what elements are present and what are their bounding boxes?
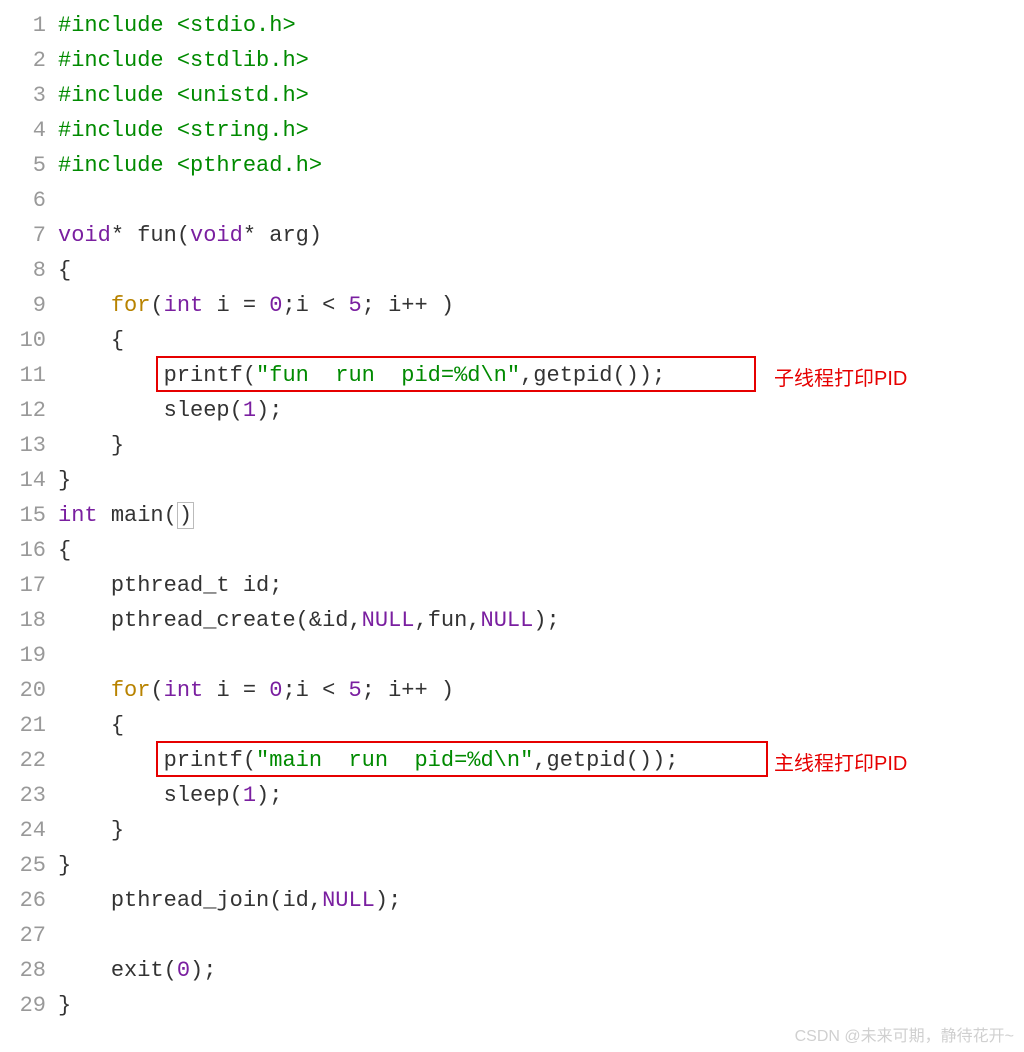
line-number: 1 (0, 8, 46, 43)
code-line (58, 918, 1024, 953)
line-number: 20 (0, 673, 46, 708)
line-number: 16 (0, 533, 46, 568)
line-number: 23 (0, 778, 46, 813)
watermark-text: CSDN @未来可期，静待花开~ (795, 1022, 1014, 1046)
line-number: 18 (0, 603, 46, 638)
annotation-main-thread: 主线程打印PID (774, 747, 907, 776)
code-line: int main() (58, 498, 1024, 533)
line-number: 12 (0, 393, 46, 428)
code-line: #include <stdio.h> (58, 8, 1024, 43)
line-number: 26 (0, 883, 46, 918)
line-number: 6 (0, 183, 46, 218)
code-line: { (58, 708, 1024, 743)
code-line: for(int i = 0;i < 5; i++ ) (58, 288, 1024, 323)
line-number: 11 (0, 358, 46, 393)
line-number: 21 (0, 708, 46, 743)
line-number: 8 (0, 253, 46, 288)
line-number: 17 (0, 568, 46, 603)
code-line: #include <unistd.h> (58, 78, 1024, 113)
line-number: 3 (0, 78, 46, 113)
code-line: } (58, 463, 1024, 498)
line-number: 15 (0, 498, 46, 533)
line-number: 22 (0, 743, 46, 778)
code-line (58, 183, 1024, 218)
code-line: #include <string.h> (58, 113, 1024, 148)
code-line: } (58, 428, 1024, 463)
line-number: 5 (0, 148, 46, 183)
code-content: #include <stdio.h> #include <stdlib.h> #… (58, 8, 1024, 1023)
code-line: sleep(1); (58, 393, 1024, 428)
line-number: 27 (0, 918, 46, 953)
code-line: #include <pthread.h> (58, 148, 1024, 183)
line-number: 9 (0, 288, 46, 323)
line-number: 2 (0, 43, 46, 78)
code-line: { (58, 323, 1024, 358)
code-line: #include <stdlib.h> (58, 43, 1024, 78)
line-number-gutter: 1 2 3 4 5 6 7 8 9 10 11 12 13 14 15 16 1… (0, 8, 58, 1023)
line-number: 10 (0, 323, 46, 358)
code-line: for(int i = 0;i < 5; i++ ) (58, 673, 1024, 708)
code-line: pthread_join(id,NULL); (58, 883, 1024, 918)
line-number: 7 (0, 218, 46, 253)
code-line: pthread_create(&id,NULL,fun,NULL); (58, 603, 1024, 638)
code-editor: 1 2 3 4 5 6 7 8 9 10 11 12 13 14 15 16 1… (0, 0, 1024, 1023)
code-line: { (58, 253, 1024, 288)
line-number: 29 (0, 988, 46, 1023)
code-line: } (58, 848, 1024, 883)
annotation-child-thread: 子线程打印PID (774, 362, 907, 391)
code-line: { (58, 533, 1024, 568)
code-line (58, 638, 1024, 673)
line-number: 14 (0, 463, 46, 498)
code-line: } (58, 813, 1024, 848)
line-number: 25 (0, 848, 46, 883)
code-line: sleep(1); (58, 778, 1024, 813)
line-number: 13 (0, 428, 46, 463)
line-number: 19 (0, 638, 46, 673)
code-line: exit(0); (58, 953, 1024, 988)
code-line: pthread_t id; (58, 568, 1024, 603)
code-line: } (58, 988, 1024, 1023)
code-line: void* fun(void* arg) (58, 218, 1024, 253)
line-number: 24 (0, 813, 46, 848)
line-number: 28 (0, 953, 46, 988)
line-number: 4 (0, 113, 46, 148)
